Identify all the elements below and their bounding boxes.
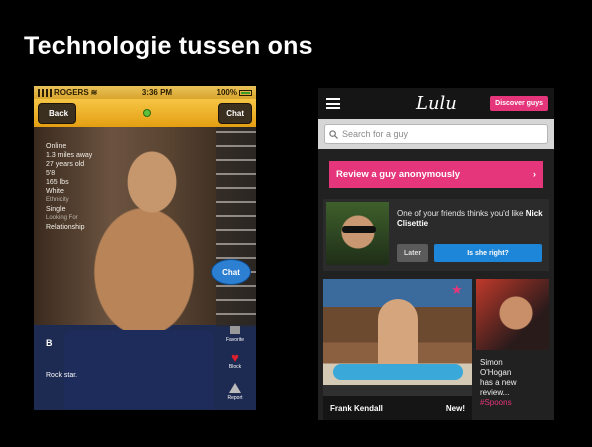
- battery-icon: [238, 89, 252, 96]
- suggestion-message: One of your friends thinks you'd like: [397, 209, 524, 218]
- profile-stat: 1.3 miles away: [46, 152, 93, 159]
- favorite-label: Favorite: [225, 337, 245, 343]
- review-notification: Simon O'Hogan has a new review... #Spoon…: [480, 358, 516, 408]
- chat-bubble-button[interactable]: Chat: [211, 259, 251, 285]
- review-label: Review a guy anonymously: [336, 169, 461, 180]
- favorite-button[interactable]: Favorite: [214, 325, 256, 343]
- profile-tagline: Rock star.: [46, 372, 78, 379]
- notification-line: Simon: [480, 358, 503, 367]
- signal-icon: [38, 88, 52, 97]
- search-input[interactable]: Search for a guy: [324, 124, 548, 144]
- wall-tiles: [216, 127, 256, 327]
- battery-percent: 100%: [216, 88, 237, 97]
- online-status-icon: [143, 109, 152, 117]
- profile-details: Online 1.3 miles away 27 years old 5'8 1…: [46, 142, 92, 232]
- search-bar: Search for a guy: [318, 119, 554, 149]
- chat-nav-button[interactable]: Chat: [218, 102, 252, 124]
- heart-icon: ♥: [231, 350, 239, 365]
- search-icon: [329, 129, 338, 139]
- ios-status-bar: ROGERS ≋ 3:36 PM 100%: [34, 86, 256, 99]
- block-button[interactable]: ♥ Block: [214, 350, 256, 370]
- profile-stat: Relationship: [46, 224, 85, 231]
- lulu-app-bar: Lulu Discover guys: [318, 88, 554, 119]
- new-badge: New!: [445, 403, 465, 413]
- profile-tile-caption: Frank Kendall New!: [323, 396, 472, 420]
- block-label: Block: [228, 364, 242, 370]
- notification-line: review...: [480, 388, 510, 397]
- lulu-screenshot: Lulu Discover guys Search for a guy Revi…: [318, 88, 554, 420]
- suggested-guy-photo[interactable]: [326, 202, 389, 265]
- app-bar: Back Chat: [34, 99, 256, 127]
- profile-stat: 5'8: [46, 170, 56, 177]
- profile-stat: Single: [46, 206, 66, 213]
- suggestion-text: One of your friends thinks you'd like Ni…: [397, 209, 549, 229]
- wifi-icon: ≋: [90, 88, 98, 97]
- notification-line: has a new: [480, 378, 517, 387]
- battery-group: 100%: [217, 88, 252, 97]
- carrier: ROGERS ≋: [38, 88, 97, 97]
- profile-name: B: [46, 338, 53, 348]
- back-button[interactable]: Back: [38, 102, 77, 124]
- profile-stat: White: [46, 188, 64, 195]
- profile-tile-name: Frank Kendall: [330, 403, 383, 413]
- report-icon: [229, 383, 241, 393]
- profile-stat: 27 years old: [46, 161, 85, 168]
- is-she-right-button[interactable]: Is she right?: [434, 244, 542, 262]
- favorite-icon: [230, 326, 240, 334]
- hashtag[interactable]: #Spoons: [480, 398, 516, 408]
- profile-label: Looking For: [46, 215, 78, 221]
- discover-guys-button[interactable]: Discover guys: [490, 96, 548, 111]
- chevron-right-icon: ›: [532, 169, 536, 180]
- review-anonymously-button[interactable]: Review a guy anonymously ›: [329, 161, 543, 188]
- profile-tile-small[interactable]: [476, 279, 549, 350]
- notification-line: O'Hogan: [480, 368, 512, 377]
- report-button[interactable]: Report: [214, 383, 256, 401]
- profile-stat: 165 lbs: [46, 179, 69, 186]
- lulu-logo: Lulu: [416, 93, 457, 114]
- photo-shorts: [64, 330, 214, 409]
- slide-title: Technologie tussen ons: [24, 32, 313, 60]
- profile-label: Ethnicity: [46, 197, 69, 203]
- search-placeholder: Search for a guy: [342, 129, 409, 139]
- menu-icon[interactable]: [326, 98, 340, 109]
- star-icon: ★: [451, 282, 463, 297]
- profile-stat: Online: [46, 143, 67, 150]
- status-time: 3:36 PM: [141, 88, 173, 97]
- report-label: Report: [227, 395, 243, 401]
- later-button[interactable]: Later: [397, 244, 428, 262]
- carrier-label: ROGERS: [54, 88, 89, 97]
- friend-suggestion-card: One of your friends thinks you'd like Ni…: [323, 199, 549, 271]
